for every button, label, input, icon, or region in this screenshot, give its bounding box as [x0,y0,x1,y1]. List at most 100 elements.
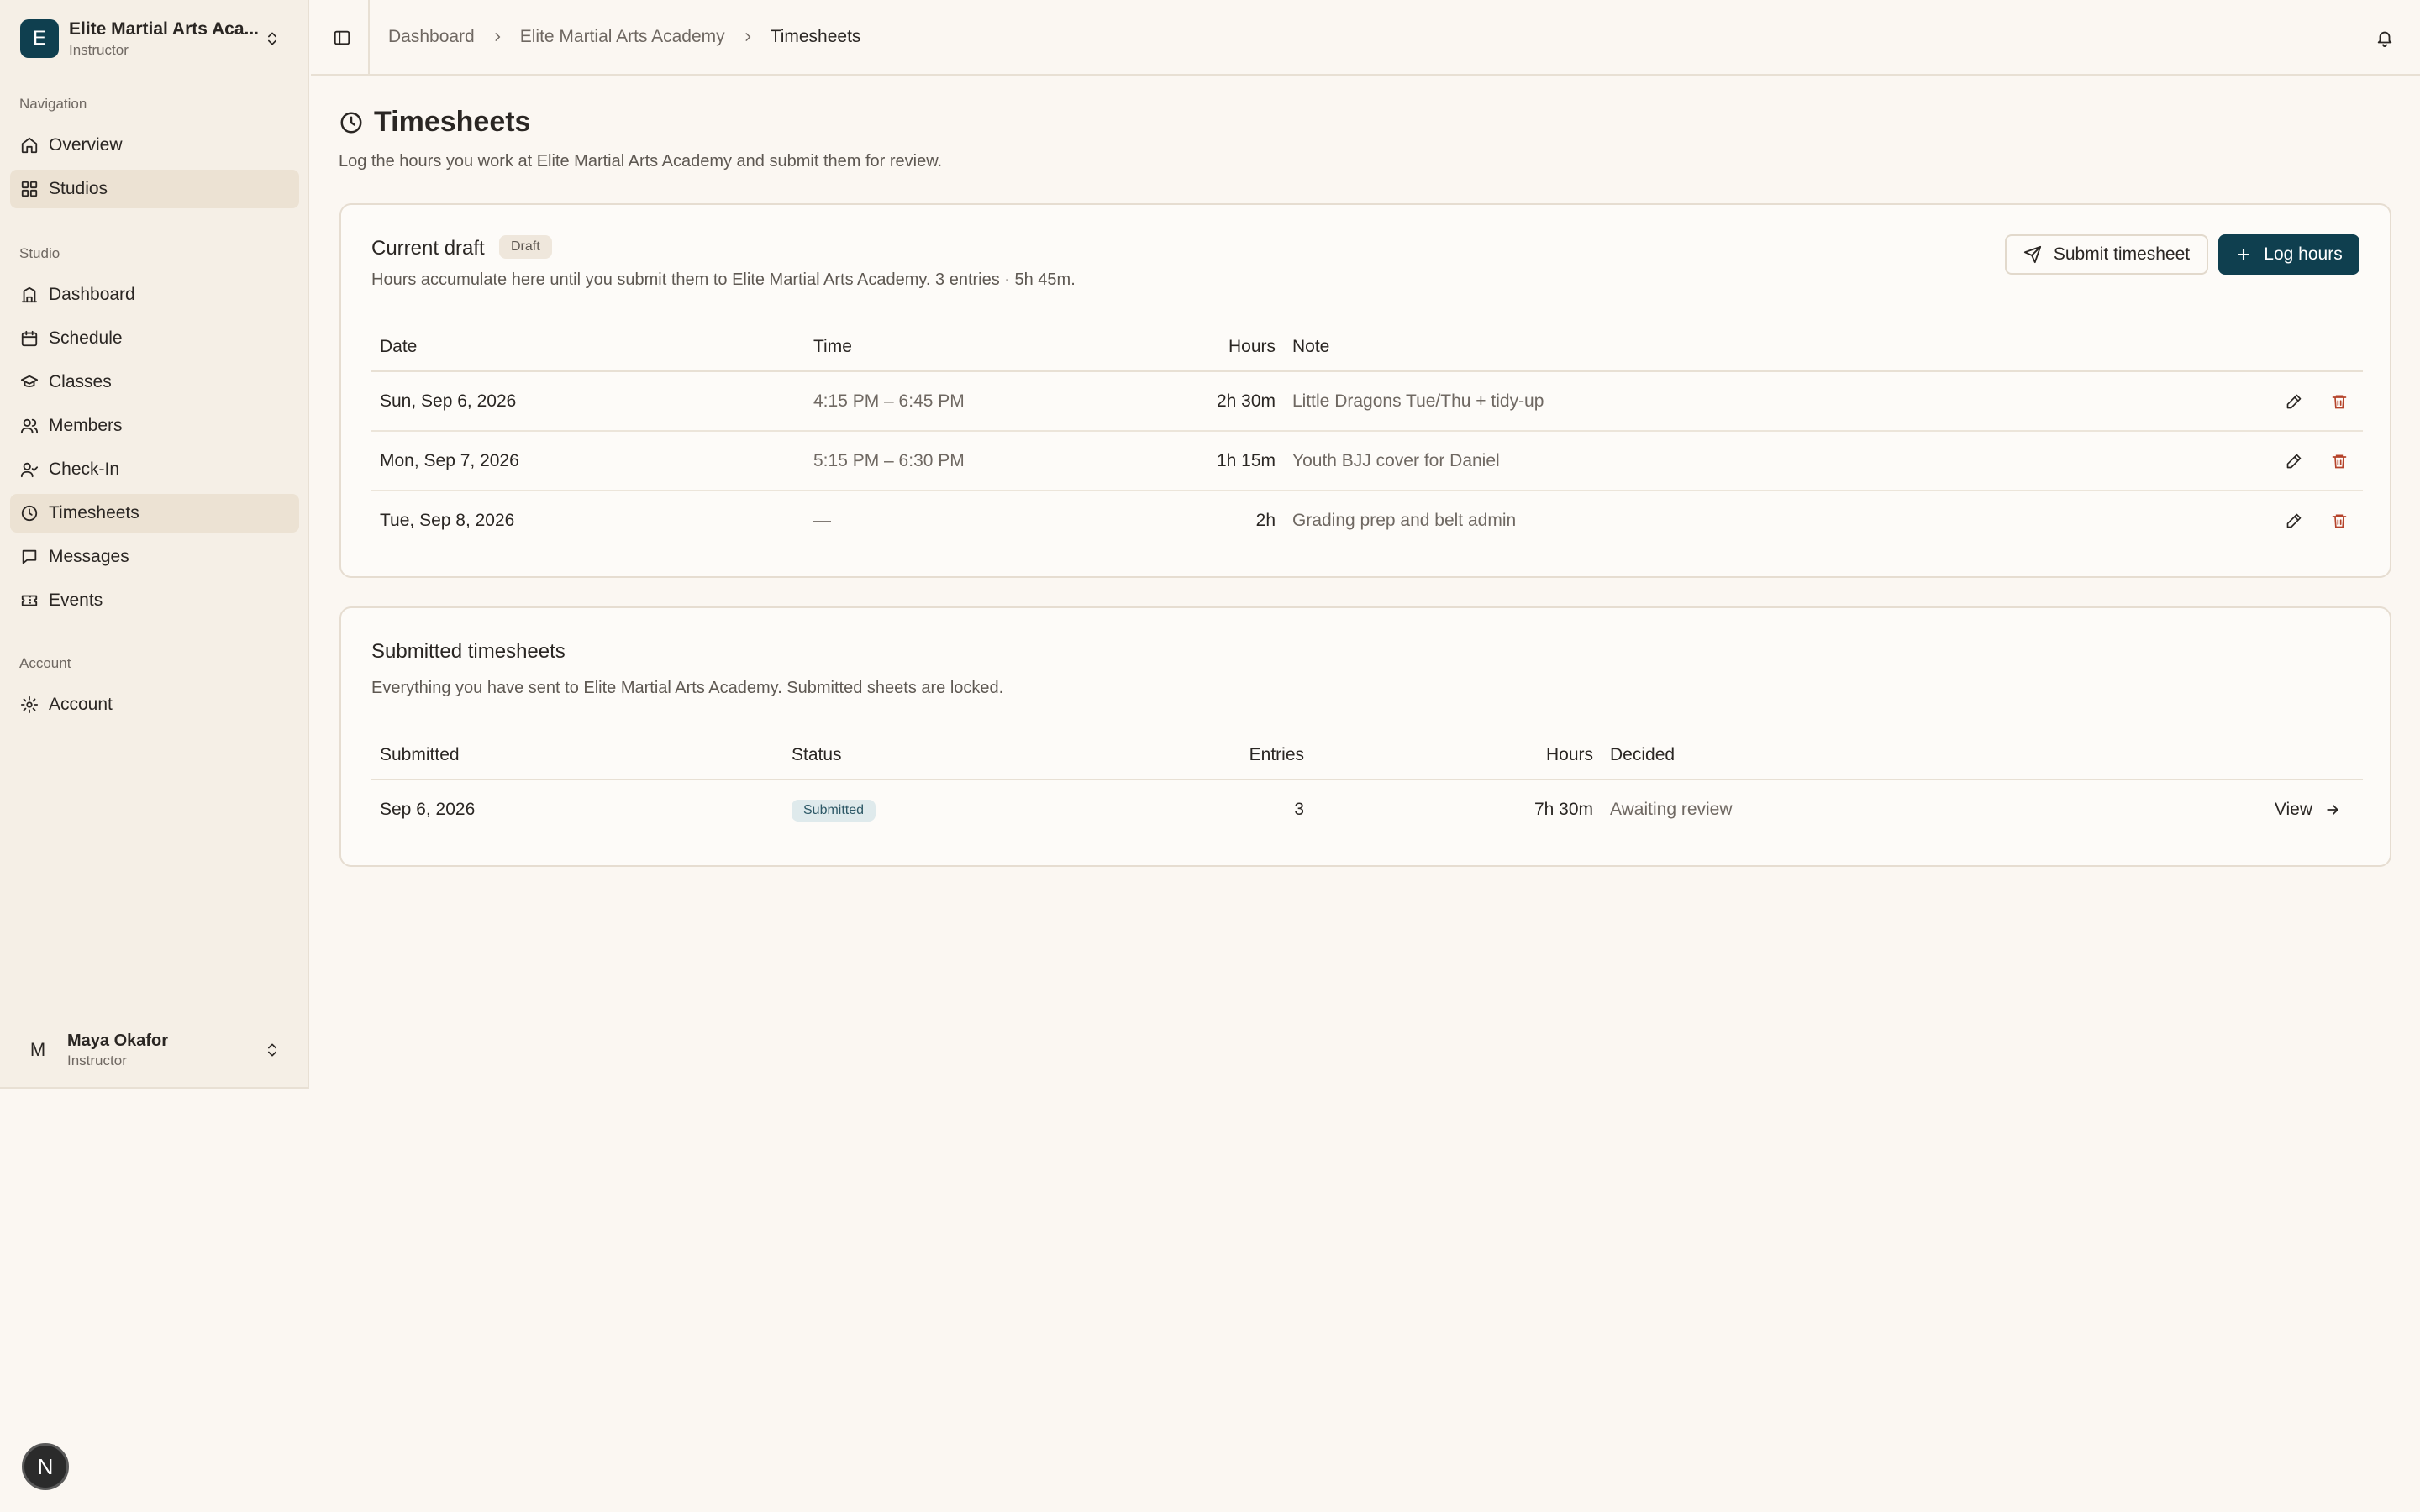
current-draft-card: Current draft Draft Hours accumulate her… [339,203,2391,578]
sidebar-item-label: Timesheets [49,503,139,522]
chevrons-up-down-icon [264,30,281,47]
sidebar-item-label: Check-In [49,459,120,479]
table-row: Sep 6, 2026 Submitted 3 7h 30m Awaiting … [371,780,2363,839]
divider [368,0,370,76]
breadcrumb-timesheets: Timesheets [770,27,861,46]
trash-icon[interactable] [2324,446,2354,476]
entry-date: Tue, Sep 8, 2026 [380,511,515,530]
entry-hours: 2h 30m [1107,371,1284,432]
sidebar-item-label: Dashboard [49,285,135,304]
user-switcher[interactable]: M Maya Okafor Instructor [12,1026,297,1074]
gear-icon [20,696,39,714]
draft-table: Date Time Hours Note Sun, Sep 6, 2026 4:… [371,323,2363,550]
next-dev-badge[interactable]: N [22,1443,69,1490]
sidebar-item-label: Members [49,416,123,435]
page-subtitle: Log the hours you work at Elite Martial … [339,152,943,171]
pencil-icon[interactable] [2279,446,2309,476]
sidebar-item-studios[interactable]: Studios [10,170,299,208]
sidebar-item-dashboard[interactable]: Dashboard [10,276,299,314]
column-header-note: Note [1284,323,2261,372]
breadcrumb-dashboard[interactable]: Dashboard [388,27,475,47]
submitted-date: Sep 6, 2026 [380,800,476,819]
sidebar-item-label: Schedule [49,328,123,348]
clock-icon [20,504,39,522]
sidebar-item-label: Classes [49,372,112,391]
sidebar-item-members[interactable]: Members [10,407,299,445]
graduation-cap-icon [20,373,39,391]
trash-icon[interactable] [2324,506,2354,536]
column-header-entries: Entries [1044,731,1313,780]
chevrons-up-down-icon [264,1042,281,1058]
sidebar-toggle-icon[interactable] [328,24,356,52]
submitted-timesheets-card: Submitted timesheets Everything you have… [339,606,2391,867]
submit-timesheet-button[interactable]: Submit timesheet [2005,234,2208,275]
sidebar-item-check-in[interactable]: Check-In [10,450,299,489]
ticket-icon [20,591,39,610]
table-row: Mon, Sep 7, 2026 5:15 PM – 6:30 PM 1h 15… [371,431,2363,491]
column-header-submitted: Submitted [371,731,783,780]
status-cell: Submitted [783,780,1044,839]
hours-total: 7h 30m [1534,800,1593,819]
sidebar-item-label: Events [49,591,103,610]
view-button[interactable]: View [2275,800,2341,820]
status-badge: Draft [499,235,552,259]
column-header-actions [2195,731,2363,780]
avatar: M [29,1039,46,1060]
table-header-row: Date Time Hours Note [371,323,2363,372]
topbar: Dashboard Elite Martial Arts Academy Tim… [311,0,2420,76]
sidebar-item-account[interactable]: Account [10,685,299,724]
user-role: Instructor [67,1052,127,1068]
trash-icon[interactable] [2324,386,2354,417]
grid-icon [20,180,39,198]
submitted-table: Submitted Status Entries Hours Decided S… [371,731,2363,839]
pencil-icon[interactable] [2279,506,2309,536]
sidebar-item-schedule[interactable]: Schedule [10,319,299,358]
entry-note: Little Dragons Tue/Thu + tidy-up [1284,371,2261,432]
calendar-icon [20,329,39,348]
column-header-hours: Hours [1313,731,1602,780]
card-title: Submitted timesheets [371,640,566,663]
sidebar-item-messages[interactable]: Messages [10,538,299,576]
card-description: Everything you have sent to Elite Martia… [371,679,1004,697]
org-switcher[interactable]: E Elite Martial Arts Aca... Instructor [12,12,297,66]
log-hours-button[interactable]: Log hours [2218,234,2360,275]
org-role: Instructor [69,41,129,58]
arrow-right-icon [2312,801,2341,818]
breadcrumb-academy[interactable]: Elite Martial Arts Academy [520,27,725,47]
clock-icon [339,110,364,135]
nav-section-account: Account [19,655,71,671]
view-label: View [2274,800,2312,819]
entry-note: Youth BJJ cover for Daniel [1284,431,2261,491]
nav-section-navigation: Navigation [19,96,87,112]
column-header-actions [2260,323,2363,372]
user-check-icon [20,460,39,479]
sidebar-item-events[interactable]: Events [10,581,299,620]
sidebar-item-overview[interactable]: Overview [10,126,299,165]
pencil-icon[interactable] [2279,386,2309,417]
page-header: Timesheets Log the hours you work at Eli… [339,106,942,171]
entry-time: 5:15 PM – 6:30 PM [805,431,1107,491]
home-icon [20,136,39,155]
message-icon [20,548,39,566]
sidebar-item-classes[interactable]: Classes [10,363,299,402]
entry-hours: 2h [1255,511,1276,530]
sidebar-item-timesheets[interactable]: Timesheets [10,494,299,533]
status-badge: Submitted [792,799,876,822]
entry-note: Grading prep and belt admin [1292,511,1517,530]
bell-icon[interactable] [2371,24,2398,51]
chevron-right-icon [742,31,754,43]
user-name: Maya Okafor [67,1031,169,1050]
column-header-date: Date [371,323,805,372]
sidebar-item-label: Studios [49,179,108,198]
sidebar-item-label: Overview [49,135,123,155]
table-header-row: Submitted Status Entries Hours Decided [371,731,2363,780]
sidebar-item-label: Messages [49,547,129,566]
column-header-hours: Hours [1107,323,1284,372]
row-actions [2260,371,2363,432]
entry-time: — [813,511,831,530]
plus-icon [2235,246,2252,263]
entry-date: Mon, Sep 7, 2026 [371,431,805,491]
org-avatar: E [20,19,59,58]
submit-timesheet-label: Submit timesheet [2053,244,2191,264]
entry-time: 4:15 PM – 6:45 PM [805,371,1107,432]
